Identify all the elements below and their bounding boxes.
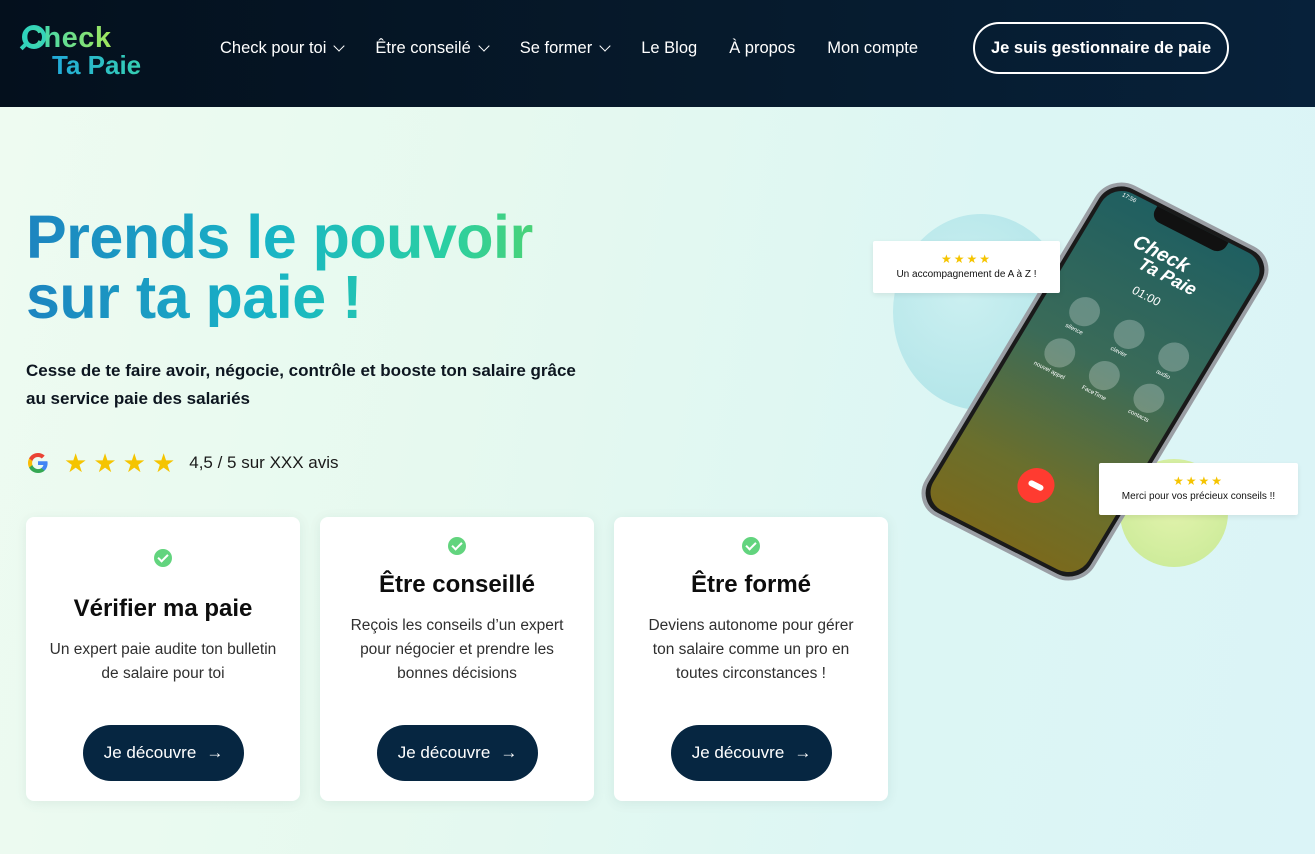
card-etre-conseille: Être conseillé Reçois les conseils d’un … <box>320 517 594 801</box>
hero-title-line1: Prends le pouvoir <box>26 203 533 271</box>
card-text-line: ton salaire comme un pro en <box>652 641 850 658</box>
button-label: Je découvre <box>103 743 197 762</box>
hang-up-icon <box>1010 461 1062 510</box>
card-text: Un expert paie audite ton bulletin de sa… <box>44 638 282 686</box>
arrow-right-icon: → <box>794 743 812 762</box>
chevron-down-icon <box>478 39 490 52</box>
menu-item-mon-compte[interactable]: Mon compte <box>827 39 918 58</box>
hero-subtitle: Cesse de te faire avoir, négocie, contrô… <box>26 357 586 413</box>
je-decouvre-button[interactable]: Je découvre → <box>671 725 832 781</box>
arrow-right-icon: → <box>206 743 224 762</box>
je-decouvre-button[interactable]: Je découvre → <box>377 725 538 781</box>
review-card: ★★★★ Merci pour vos précieux conseils !! <box>1099 463 1298 515</box>
menu-item-label: Check pour toi <box>220 38 327 57</box>
menu-item-le-blog[interactable]: Le Blog <box>641 39 697 58</box>
menu-item-a-propos[interactable]: À propos <box>729 39 795 58</box>
menu-item-se-former[interactable]: Se former <box>519 38 611 58</box>
card-title: Vérifier ma paie <box>73 595 253 622</box>
menu-item-check-pour-toi[interactable]: Check pour toi <box>220 38 346 58</box>
arrow-right-icon: → <box>500 743 518 762</box>
hero-title-line2: sur ta paie ! <box>26 263 362 331</box>
card-text-line: Deviens autonome pour gérer <box>648 617 854 634</box>
star-icon: ★ <box>93 448 117 478</box>
hero-title: Prends le pouvoir sur ta paie ! <box>26 207 626 327</box>
menu-item-label: Le Blog <box>641 38 698 57</box>
check-ta-paie-logo[interactable]: Check Ta Paie <box>22 22 162 82</box>
card-text-line: bonnes décisions <box>397 665 517 682</box>
menu-item-etre-conseille[interactable]: Être conseilé <box>375 38 490 58</box>
check-circle-icon <box>742 537 760 555</box>
card-etre-forme: Être formé Deviens autonome pour gérer t… <box>614 517 888 801</box>
menu-item-label: Mon compte <box>827 38 919 57</box>
check-circle-icon <box>448 537 466 555</box>
button-label: Je découvre <box>691 743 785 762</box>
review-stars: ★★★★ <box>940 252 993 266</box>
card-verifier-ma-paie: Vérifier ma paie Un expert paie audite t… <box>26 517 300 801</box>
hero-section: Prends le pouvoir sur ta paie ! Cesse de… <box>0 107 1315 854</box>
star-icon: ★ <box>122 448 146 478</box>
card-text-line: pour négocier et prendre les <box>360 641 554 658</box>
card-text-line: Reçois les conseils d’un expert <box>350 617 564 634</box>
card-text: Deviens autonome pour gérer ton salaire … <box>632 614 870 686</box>
star-icon: ★ <box>64 448 88 478</box>
je-decouvre-button[interactable]: Je découvre → <box>83 725 244 781</box>
star-icon: ★ <box>151 448 176 478</box>
call-timer: 01:00 <box>1129 283 1164 309</box>
gestionnaire-de-paie-button[interactable]: Je suis gestionnaire de paie <box>973 22 1229 74</box>
review-text: Un accompagnement de A à Z ! <box>896 269 1037 280</box>
check-circle-icon <box>154 549 172 567</box>
rating-text: 4,5 / 5 sur XXX avis <box>189 453 339 472</box>
hero-subtitle-line1: Cesse de te faire avoir, négocie, contrô… <box>26 361 576 380</box>
review-stars: ★★★★ <box>1172 474 1225 488</box>
top-navbar: Check Ta Paie Check pour toi Être consei… <box>0 0 1315 107</box>
menu-item-label: À propos <box>729 38 796 57</box>
hero-subtitle-line2: au service paie des salariés <box>26 389 250 408</box>
chevron-down-icon <box>599 39 611 52</box>
menu-item-label: Être conseilé <box>375 38 471 57</box>
card-text-line: Un expert paie audite ton bulletin <box>49 641 277 658</box>
review-card: ★★★★ Un accompagnement de A à Z ! <box>873 241 1060 293</box>
card-title: Être conseillé <box>378 571 536 598</box>
card-text-line: de salaire pour toi <box>101 665 225 682</box>
card-text-line: toutes circonstances ! <box>676 665 826 682</box>
card-text: Reçois les conseils d’un expert pour nég… <box>338 614 576 686</box>
google-rating: ★ ★ ★ ★ 4,5 / 5 sur XXX avis <box>26 450 339 476</box>
card-title: Être formé <box>690 571 812 598</box>
logo-line2: Ta Paie <box>52 50 142 80</box>
main-menu: Check pour toi Être conseilé Se former L… <box>220 36 950 60</box>
google-icon <box>28 453 48 473</box>
menu-item-label: Se former <box>519 38 593 57</box>
chevron-down-icon <box>333 39 346 52</box>
review-text: Merci pour vos précieux conseils !! <box>1121 491 1276 502</box>
button-label: Je découvre <box>397 743 491 762</box>
status-time: 17:56 <box>1120 192 1138 205</box>
